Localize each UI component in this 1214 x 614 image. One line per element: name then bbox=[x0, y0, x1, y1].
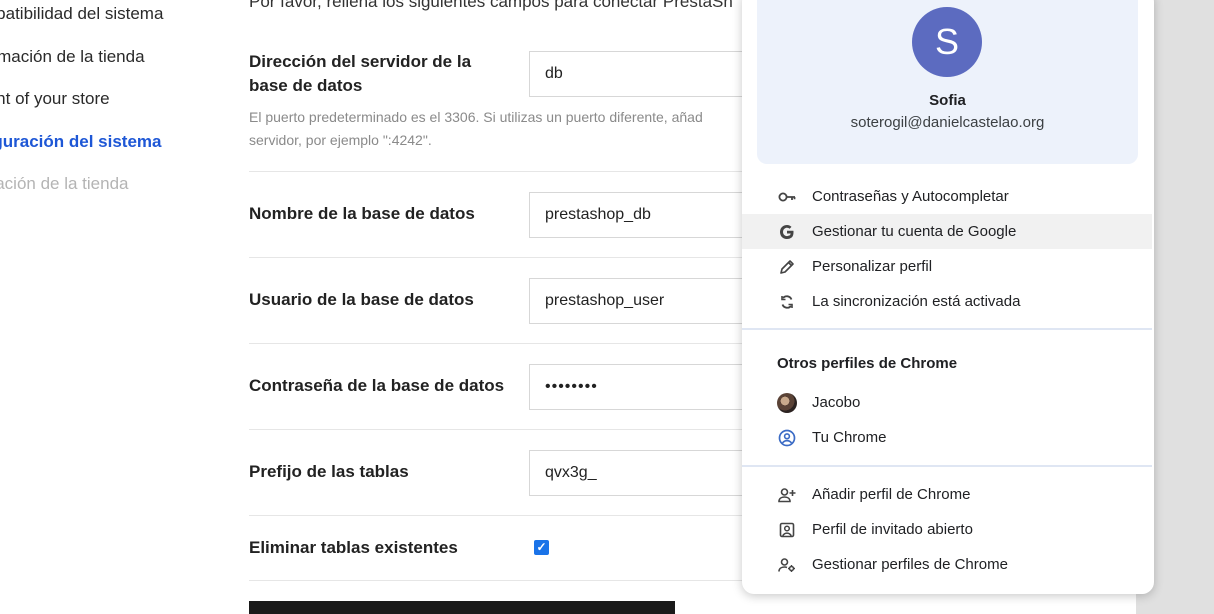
menu-label: Tu Chrome bbox=[812, 429, 887, 446]
key-icon bbox=[777, 187, 797, 207]
sync-icon bbox=[777, 292, 797, 312]
form-intro-text: Por favor, rellena los siguientes campos… bbox=[249, 0, 733, 11]
other-profiles-heading: Otros perfiles de Chrome bbox=[777, 355, 958, 372]
menu-guest-profile[interactable]: Perfil de invitado abierto bbox=[742, 512, 1152, 547]
profile-email: soterogil@danielcastelao.org bbox=[850, 114, 1045, 131]
guest-profile-icon bbox=[777, 520, 797, 540]
step-store-information[interactable]: ormación de la tienda bbox=[0, 47, 145, 67]
manage-profiles-icon bbox=[777, 555, 797, 575]
menu-label: Perfil de invitado abierto bbox=[812, 521, 973, 538]
divider bbox=[742, 465, 1152, 467]
menu-label: Añadir perfil de Chrome bbox=[812, 486, 971, 503]
add-person-icon bbox=[777, 485, 797, 505]
menu-add-chrome-profile[interactable]: Añadir perfil de Chrome bbox=[742, 477, 1152, 512]
step-system-configuration[interactable]: figuración del sistema bbox=[0, 132, 162, 152]
menu-label: Gestionar tu cuenta de Google bbox=[812, 223, 1017, 240]
google-g-icon bbox=[777, 222, 797, 242]
pencil-icon bbox=[777, 257, 797, 277]
divider bbox=[742, 328, 1152, 330]
profile-item-tu-chrome[interactable]: Tu Chrome bbox=[742, 420, 1152, 455]
menu-label: Gestionar perfiles de Chrome bbox=[812, 556, 1008, 573]
divider bbox=[249, 580, 749, 581]
profile-name: Sofia bbox=[929, 92, 966, 109]
drop-tables-label: Eliminar tablas existentes bbox=[249, 538, 458, 557]
next-button[interactable] bbox=[249, 601, 675, 614]
step-system-compatibility[interactable]: mpatibilidad del sistema bbox=[0, 4, 163, 24]
menu-passwords-autofill[interactable]: Contraseñas y Autocompletar bbox=[742, 179, 1152, 214]
menu-label: La sincronización está activada bbox=[812, 293, 1021, 310]
db-server-label: Dirección del servidor de la base de dat… bbox=[249, 52, 472, 95]
db-user-label: Usuario de la base de datos bbox=[249, 290, 474, 309]
profile-item-jacobo[interactable]: Jacobo bbox=[742, 385, 1152, 420]
menu-manage-chrome-profiles[interactable]: Gestionar perfiles de Chrome bbox=[742, 547, 1152, 582]
menu-label: Jacobo bbox=[812, 394, 861, 411]
divider bbox=[249, 429, 749, 430]
drop-tables-checkbox[interactable]: ✓ bbox=[534, 540, 549, 555]
db-name-label: Nombre de la base de datos bbox=[249, 204, 475, 223]
table-prefix-label: Prefijo de las tablas bbox=[249, 462, 409, 481]
db-password-label: Contraseña de la base de datos bbox=[249, 376, 505, 395]
divider bbox=[249, 515, 749, 516]
chrome-profile-menu: S Sofia soterogil@danielcastelao.org Con… bbox=[742, 0, 1154, 594]
divider bbox=[249, 343, 749, 344]
step-store-content[interactable]: tent of your store bbox=[0, 89, 110, 109]
profile-photo-icon bbox=[777, 392, 797, 413]
step-store-installation: alación de la tienda bbox=[0, 174, 129, 193]
avatar: S bbox=[912, 7, 982, 77]
menu-manage-google-account[interactable]: Gestionar tu cuenta de Google bbox=[742, 214, 1152, 249]
divider bbox=[249, 171, 749, 172]
account-circle-icon bbox=[777, 428, 797, 448]
current-profile-card: S Sofia soterogil@danielcastelao.org bbox=[757, 0, 1138, 164]
menu-customize-profile[interactable]: Personalizar perfil bbox=[742, 249, 1152, 284]
db-server-help-text: El puerto predeterminado es el 3306. Si … bbox=[249, 109, 703, 148]
divider bbox=[249, 257, 749, 258]
menu-label: Contraseñas y Autocompletar bbox=[812, 188, 1009, 205]
menu-sync-status[interactable]: La sincronización está activada bbox=[742, 284, 1152, 319]
menu-label: Personalizar perfil bbox=[812, 258, 933, 275]
